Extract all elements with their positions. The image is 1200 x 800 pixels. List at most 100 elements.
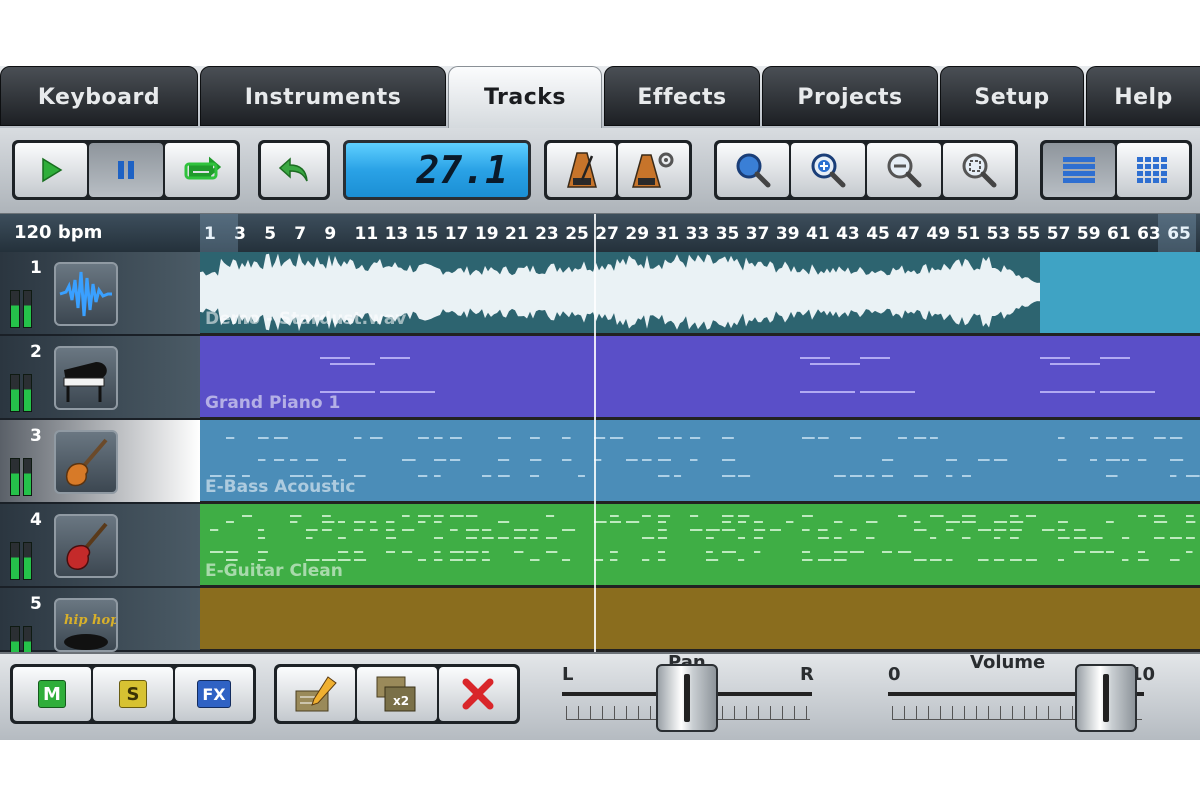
grand-piano-icon	[63, 362, 107, 402]
track-lane[interactable]	[200, 588, 1200, 652]
transport-group	[12, 140, 240, 200]
pause-icon	[118, 161, 134, 179]
tab-projects[interactable]: Projects	[762, 66, 938, 126]
track-header[interactable]: 1	[0, 252, 200, 336]
ruler-mark: 15	[414, 224, 439, 244]
track-number: 2	[30, 342, 42, 362]
ruler-mark: 13	[384, 224, 409, 244]
solo-button[interactable]: S	[93, 667, 173, 721]
ruler-mark: 29	[625, 224, 650, 244]
track-header[interactable]: 3	[0, 420, 200, 504]
track-row[interactable]: 1 Demo - Stardust.wav	[0, 252, 1200, 336]
track-name: Grand Piano 1	[205, 393, 341, 413]
track-header[interactable]: 5 hip hop	[0, 588, 200, 664]
metronome-settings-button[interactable]	[618, 143, 689, 197]
loop-button[interactable]	[165, 143, 237, 197]
playhead[interactable]	[594, 214, 596, 714]
list-view-icon	[1063, 157, 1095, 183]
pan-knob[interactable]	[656, 664, 718, 732]
fx-button[interactable]: FX	[175, 667, 253, 721]
track-header[interactable]: 4	[0, 504, 200, 588]
track-name: E-Bass Acoustic	[205, 477, 356, 497]
ruler-mark: 55	[1016, 224, 1041, 244]
tab-bar: Keyboard Instruments Tracks Effects Proj…	[0, 66, 1200, 128]
track-lane[interactable]: E-Guitar Clean	[200, 504, 1200, 588]
track-instrument-button[interactable]: hip hop	[54, 598, 118, 652]
track-row[interactable]: 5 hip hop	[0, 588, 1200, 664]
track-row[interactable]: 2 Grand Piano 1	[0, 336, 1200, 420]
zoom-out-icon	[887, 153, 922, 188]
waveform-icon	[59, 271, 112, 317]
track-instrument-button[interactable]	[54, 262, 118, 326]
zoom-in-button[interactable]	[791, 143, 865, 197]
edit-button[interactable]	[277, 667, 355, 721]
track-row[interactable]: 4 E-Guitar Clean	[0, 504, 1200, 588]
search-button[interactable]	[717, 143, 789, 197]
track-name: E-Guitar Clean	[205, 561, 343, 581]
track-row[interactable]: 3 E-Bass Acoustic	[0, 420, 1200, 504]
mute-button[interactable]: M	[13, 667, 91, 721]
timeline-ruler[interactable]: 120 bpm 1 3 5 7 9 11 13 15 17 19 21 23 25 27 29 31 33 35 3…	[0, 214, 1200, 314]
play-icon	[42, 157, 63, 183]
track-instrument-button[interactable]	[54, 346, 118, 410]
delete-button[interactable]	[439, 667, 517, 721]
ruler-mark: 39	[775, 224, 800, 244]
ruler-mark: 49	[926, 224, 951, 244]
solo-label: S	[119, 680, 147, 708]
undo-button[interactable]	[261, 143, 327, 197]
ruler-mark: 43	[836, 224, 860, 244]
position-display: 27.1	[343, 140, 531, 200]
metronome-settings-icon	[631, 152, 673, 188]
track-instrument-button[interactable]	[54, 514, 118, 578]
zoom-in-icon	[811, 153, 846, 188]
ruler-mark: 35	[715, 224, 740, 244]
pause-button[interactable]	[89, 143, 163, 197]
metronome-button[interactable]	[547, 143, 617, 197]
ruler-mark: 47	[896, 224, 920, 244]
volume-knob[interactable]	[1074, 664, 1137, 732]
track-number: 1	[30, 258, 42, 278]
tab-help[interactable]: Help	[1086, 66, 1200, 126]
view-group	[1040, 140, 1192, 200]
grid-view-icon	[1137, 157, 1167, 183]
grid-view-button[interactable]	[1117, 143, 1189, 197]
ruler-mark: 5	[264, 224, 277, 244]
zoom-fit-button[interactable]	[943, 143, 1015, 197]
bass-guitar-icon	[65, 438, 108, 487]
track-number: 4	[30, 510, 42, 530]
zoom-group	[714, 140, 1018, 200]
zoom-out-button[interactable]	[867, 143, 941, 197]
volume-label: Volume	[970, 652, 1046, 673]
track-lane[interactable]: Demo - Stardust.wav	[200, 252, 1200, 336]
track-header[interactable]: 2	[0, 336, 200, 420]
metronome-group	[544, 140, 692, 200]
hip-hop-drums-icon: hip hop	[64, 613, 116, 650]
list-view-button[interactable]	[1043, 143, 1115, 197]
track-lane[interactable]: Grand Piano 1	[200, 336, 1200, 420]
undo-group	[258, 140, 330, 200]
ruler-mark: 41	[806, 224, 830, 244]
tab-effects[interactable]: Effects	[604, 66, 760, 126]
tab-instruments[interactable]: Instruments	[200, 66, 446, 126]
edit-pencil-icon	[295, 676, 337, 712]
track-number: 5	[30, 594, 42, 614]
play-button[interactable]	[15, 143, 87, 197]
track-name: Demo - Stardust.wav	[205, 309, 407, 329]
ruler-mark: 23	[535, 224, 559, 244]
track-instrument-button[interactable]	[54, 430, 118, 494]
pan-right-label: R	[800, 664, 814, 685]
level-meter	[10, 542, 32, 580]
tab-keyboard[interactable]: Keyboard	[0, 66, 198, 126]
level-meter	[10, 458, 32, 496]
loop-icon	[184, 156, 221, 180]
tab-tracks[interactable]: Tracks	[448, 66, 602, 128]
tab-setup[interactable]: Setup	[940, 66, 1084, 126]
midi-notes	[320, 357, 1155, 393]
duplicate-button[interactable]: x2	[357, 667, 437, 721]
ruler-mark: 37	[745, 224, 770, 244]
track-control-bar: M S FX x2 Pan L R Volume 0 10	[0, 652, 1200, 740]
track-lane[interactable]: E-Bass Acoustic	[200, 420, 1200, 504]
ruler-mark: 51	[956, 224, 981, 244]
duplicate-x2-icon: x2	[376, 676, 416, 712]
edit-tools-group: x2	[274, 664, 520, 724]
